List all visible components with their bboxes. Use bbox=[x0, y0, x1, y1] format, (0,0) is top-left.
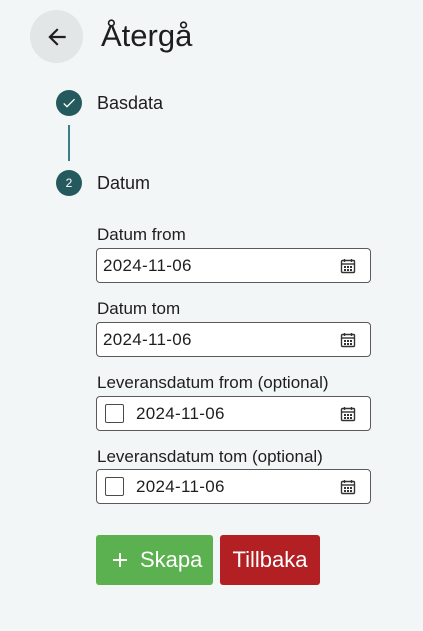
leveransdatum-tom-input[interactable] bbox=[136, 470, 356, 503]
calendar-icon[interactable] bbox=[340, 479, 356, 495]
leveransdatum-tom-checkbox[interactable] bbox=[105, 477, 124, 496]
step-connector bbox=[68, 125, 70, 161]
arrow-left-icon bbox=[47, 27, 66, 46]
datum-from-field bbox=[96, 248, 371, 283]
leveransdatum-from-label: Leveransdatum from (optional) bbox=[97, 373, 329, 392]
back-button[interactable] bbox=[30, 10, 83, 63]
back-action-button-label: Tillbaka bbox=[232, 547, 308, 572]
leveransdatum-tom-field bbox=[96, 469, 371, 504]
create-button-label: Skapa bbox=[140, 547, 203, 572]
back-action-button[interactable]: Tillbaka bbox=[220, 535, 320, 585]
plus-icon bbox=[113, 553, 127, 567]
calendar-icon[interactable] bbox=[340, 406, 356, 422]
step-1-complete-indicator bbox=[56, 90, 82, 116]
step-2-label: Datum bbox=[97, 173, 151, 193]
leveransdatum-from-input[interactable] bbox=[136, 397, 356, 430]
leveransdatum-tom-label: Leveransdatum tom (optional) bbox=[97, 447, 323, 466]
create-button[interactable]: Skapa bbox=[96, 535, 213, 585]
calendar-icon[interactable] bbox=[340, 258, 356, 274]
datum-tom-label: Datum tom bbox=[97, 299, 181, 318]
step-2-number: 2 bbox=[56, 170, 82, 196]
leveransdatum-from-field bbox=[96, 396, 371, 431]
step-1-label: Basdata bbox=[97, 93, 164, 113]
datum-from-label: Datum from bbox=[97, 225, 186, 244]
check-icon bbox=[63, 98, 75, 108]
leveransdatum-from-checkbox[interactable] bbox=[105, 404, 124, 423]
datum-from-input[interactable] bbox=[97, 249, 317, 282]
page-title: Återgå bbox=[101, 18, 193, 53]
page: Återgå Basdata 2 Datum Datum from Datum … bbox=[0, 0, 423, 631]
datum-tom-field bbox=[96, 322, 371, 357]
datum-tom-input[interactable] bbox=[97, 323, 317, 356]
calendar-icon[interactable] bbox=[340, 332, 356, 348]
